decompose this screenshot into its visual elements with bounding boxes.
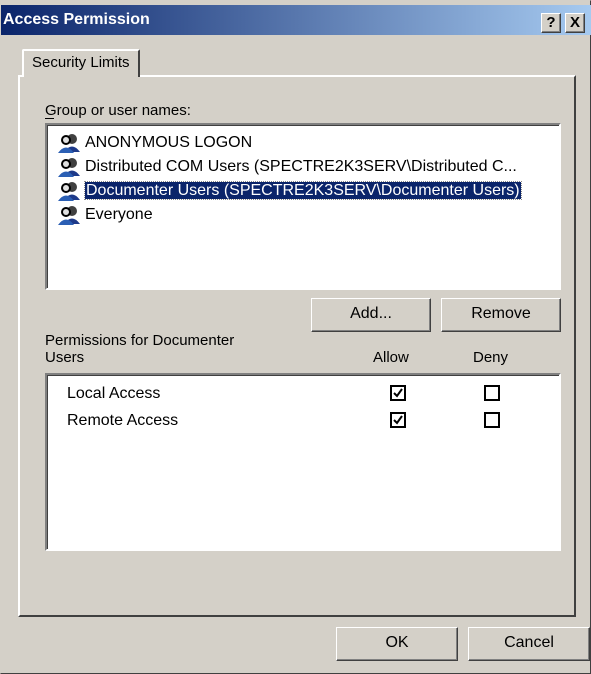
window-title: Access Permission <box>3 11 150 28</box>
checkmark-icon <box>393 415 403 425</box>
user-group-icon <box>58 133 80 153</box>
list-item[interactable]: ANONYMOUS LOGON <box>57 131 252 155</box>
user-group-icon <box>58 181 80 201</box>
list-item[interactable]: Everyone <box>57 203 153 227</box>
close-button[interactable]: X <box>565 13 585 33</box>
remote-access-deny-checkbox[interactable] <box>484 412 500 428</box>
remove-button[interactable]: Remove <box>441 298 561 332</box>
list-item[interactable]: Documenter Users (SPECTRE2K3SERV\Documen… <box>57 179 557 203</box>
group-names-mnemonic-underline <box>45 118 54 119</box>
local-access-deny-checkbox[interactable] <box>484 385 500 401</box>
group-names-label: Group or user names: <box>45 102 191 119</box>
list-item[interactable]: Distributed COM Users (SPECTRE2K3SERV\Di… <box>57 155 517 179</box>
access-permission-dialog: Access Permission ? X Security Limits Gr… <box>0 0 591 674</box>
remote-access-allow-checkbox[interactable] <box>390 412 406 428</box>
tab-security-limits-label: Security Limits <box>32 54 130 71</box>
user-group-icon <box>58 157 80 177</box>
add-button[interactable]: Add... <box>311 298 431 332</box>
deny-column-header: Deny <box>473 349 509 366</box>
tab-security-limits[interactable]: Security Limits <box>22 49 140 77</box>
allow-column-header: Allow <box>373 349 409 366</box>
permission-label-local-access: Local Access <box>67 385 161 402</box>
permissions-list: Local Access Remote Access <box>45 373 561 551</box>
cancel-button[interactable]: Cancel <box>468 627 590 661</box>
permissions-label-line1: Permissions for Documenter <box>45 332 235 349</box>
checkmark-icon <box>393 388 403 398</box>
permission-label-remote-access: Remote Access <box>67 412 179 429</box>
user-group-icon <box>58 205 80 225</box>
local-access-allow-checkbox[interactable] <box>390 385 406 401</box>
help-button[interactable]: ? <box>541 13 561 33</box>
user-list[interactable]: ANONYMOUS LOGON Distributed COM Users (S… <box>45 123 561 290</box>
title-bar[interactable]: Access Permission ? X <box>1 5 591 35</box>
permissions-label-line2: Users <box>45 349 85 366</box>
ok-button[interactable]: OK <box>336 627 458 661</box>
